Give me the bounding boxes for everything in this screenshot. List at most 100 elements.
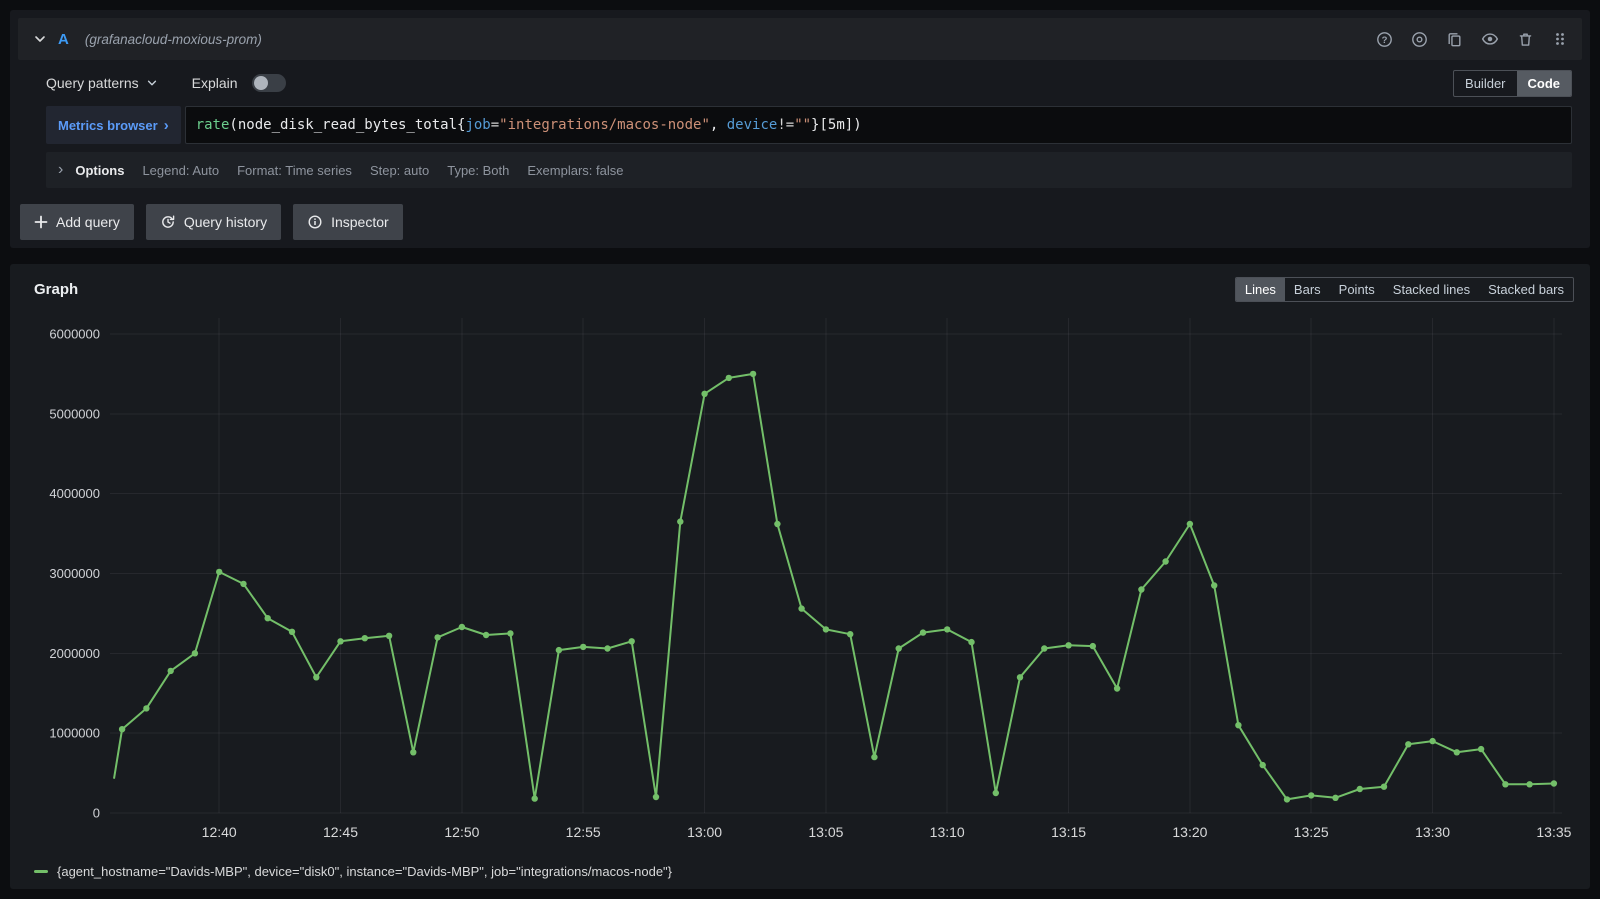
options-row[interactable]: › Options Legend: AutoFormat: Time serie… bbox=[46, 152, 1572, 188]
explain-toggle[interactable] bbox=[252, 74, 286, 92]
series-legend[interactable]: {agent_hostname="Davids-MBP", device="di… bbox=[26, 859, 1574, 883]
option-summary-item: Type: Both bbox=[447, 163, 509, 178]
x-axis-tick-label: 13:15 bbox=[1051, 824, 1086, 840]
add-query-label: Add query bbox=[56, 214, 120, 230]
add-query-button[interactable]: Add query bbox=[20, 204, 134, 240]
option-summary-item: Legend: Auto bbox=[142, 163, 219, 178]
data-point bbox=[896, 645, 902, 651]
data-point bbox=[556, 647, 562, 653]
data-point bbox=[1429, 738, 1435, 744]
trash-icon bbox=[1517, 31, 1534, 48]
query-token: = bbox=[491, 117, 499, 133]
query-expression-input[interactable]: rate(node_disk_read_bytes_total{job="int… bbox=[185, 106, 1572, 144]
series-line bbox=[114, 374, 1554, 800]
eye-icon bbox=[1481, 30, 1499, 48]
data-point bbox=[1405, 741, 1411, 747]
options-summary: Legend: AutoFormat: Time seriesStep: aut… bbox=[142, 163, 623, 178]
x-axis-tick-label: 13:05 bbox=[808, 824, 843, 840]
chart-area: 0100000020000003000000400000050000006000… bbox=[26, 306, 1574, 859]
y-axis-tick-label: 0 bbox=[93, 806, 100, 821]
graph-panel: Graph LinesBarsPointsStacked linesStacke… bbox=[10, 264, 1590, 889]
query-row-header[interactable]: A (grafanacloud-moxious-prom) ? bbox=[18, 18, 1582, 60]
data-point bbox=[580, 644, 586, 650]
data-point bbox=[240, 581, 246, 587]
legend-marker bbox=[34, 870, 48, 873]
help-button[interactable]: ? bbox=[1376, 31, 1393, 48]
data-point bbox=[1308, 792, 1314, 798]
data-point bbox=[823, 626, 829, 632]
inspector-button[interactable]: Inspector bbox=[293, 204, 403, 240]
data-point bbox=[434, 634, 440, 640]
data-point bbox=[1381, 784, 1387, 790]
data-point bbox=[750, 371, 756, 377]
y-axis-tick-label: 2000000 bbox=[49, 646, 100, 661]
data-point bbox=[313, 674, 319, 680]
duplicate-query-button[interactable] bbox=[1446, 31, 1463, 48]
data-point bbox=[337, 638, 343, 644]
view-mode-stacked-lines[interactable]: Stacked lines bbox=[1384, 278, 1479, 301]
data-point bbox=[1332, 795, 1338, 801]
query-ref-id: A bbox=[58, 31, 69, 48]
x-axis-tick-label: 13:10 bbox=[930, 824, 965, 840]
remove-query-button[interactable] bbox=[1517, 31, 1534, 48]
query-expression: rate(node_disk_read_bytes_total{job="int… bbox=[196, 117, 862, 133]
x-axis-tick-label: 13:20 bbox=[1172, 824, 1207, 840]
data-point bbox=[1041, 645, 1047, 651]
x-axis-tick-label: 12:55 bbox=[566, 824, 601, 840]
view-mode-stacked-bars[interactable]: Stacked bars bbox=[1479, 278, 1573, 301]
query-token: [5m] bbox=[819, 117, 853, 133]
inspector-label: Inspector bbox=[331, 214, 389, 230]
query-token: != bbox=[777, 117, 794, 133]
metrics-browser-button[interactable]: Metrics browser › bbox=[46, 106, 181, 144]
query-token: "integrations/macos-node" bbox=[499, 117, 710, 133]
data-point bbox=[410, 749, 416, 755]
data-point bbox=[1138, 586, 1144, 592]
option-summary-item: Exemplars: false bbox=[527, 163, 623, 178]
builder-mode-button[interactable]: Builder bbox=[1454, 71, 1516, 96]
data-point bbox=[362, 635, 368, 641]
query-token: job bbox=[465, 117, 490, 133]
view-mode-bars[interactable]: Bars bbox=[1285, 278, 1330, 301]
data-point bbox=[1260, 762, 1266, 768]
data-point bbox=[483, 632, 489, 638]
query-token: (node_disk_read_bytes_total{ bbox=[229, 117, 465, 133]
query-token: , bbox=[710, 117, 727, 133]
data-point bbox=[604, 645, 610, 651]
x-axis-tick-label: 13:25 bbox=[1294, 824, 1329, 840]
editor-mode-toggle: Builder Code bbox=[1453, 70, 1572, 97]
metrics-browser-label: Metrics browser bbox=[58, 118, 158, 133]
plus-icon bbox=[34, 215, 48, 229]
view-mode-points[interactable]: Points bbox=[1330, 278, 1384, 301]
query-input-row: Metrics browser › rate(node_disk_read_by… bbox=[46, 106, 1572, 144]
data-point bbox=[1017, 674, 1023, 680]
data-point bbox=[1502, 781, 1508, 787]
data-point bbox=[944, 626, 950, 632]
data-point bbox=[871, 754, 877, 760]
data-point bbox=[1187, 521, 1193, 527]
view-mode-group: LinesBarsPointsStacked linesStacked bars bbox=[1235, 277, 1574, 302]
query-history-button[interactable]: Query history bbox=[146, 204, 281, 240]
drag-handle-icon bbox=[1552, 31, 1568, 47]
data-point bbox=[847, 631, 853, 637]
view-mode-lines[interactable]: Lines bbox=[1236, 278, 1285, 301]
data-point bbox=[1551, 780, 1557, 786]
data-point bbox=[386, 633, 392, 639]
bullseye-button[interactable] bbox=[1411, 31, 1428, 48]
data-point bbox=[653, 794, 659, 800]
query-patterns-dropdown[interactable]: Query patterns bbox=[46, 75, 158, 91]
y-axis-tick-label: 4000000 bbox=[49, 486, 100, 501]
graph-panel-header: Graph LinesBarsPointsStacked linesStacke… bbox=[26, 272, 1574, 306]
data-point bbox=[968, 639, 974, 645]
hide-response-button[interactable] bbox=[1481, 30, 1499, 48]
data-point bbox=[532, 795, 538, 801]
data-point bbox=[265, 615, 271, 621]
code-mode-button[interactable]: Code bbox=[1517, 71, 1572, 96]
data-point bbox=[507, 630, 513, 636]
graph-panel-title: Graph bbox=[26, 281, 78, 298]
query-token: device bbox=[727, 117, 778, 133]
drag-query-handle[interactable] bbox=[1552, 31, 1568, 47]
chart-svg[interactable]: 0100000020000003000000400000050000006000… bbox=[26, 306, 1574, 851]
collapse-query-button[interactable] bbox=[32, 31, 48, 47]
data-point bbox=[192, 650, 198, 656]
data-point bbox=[701, 391, 707, 397]
